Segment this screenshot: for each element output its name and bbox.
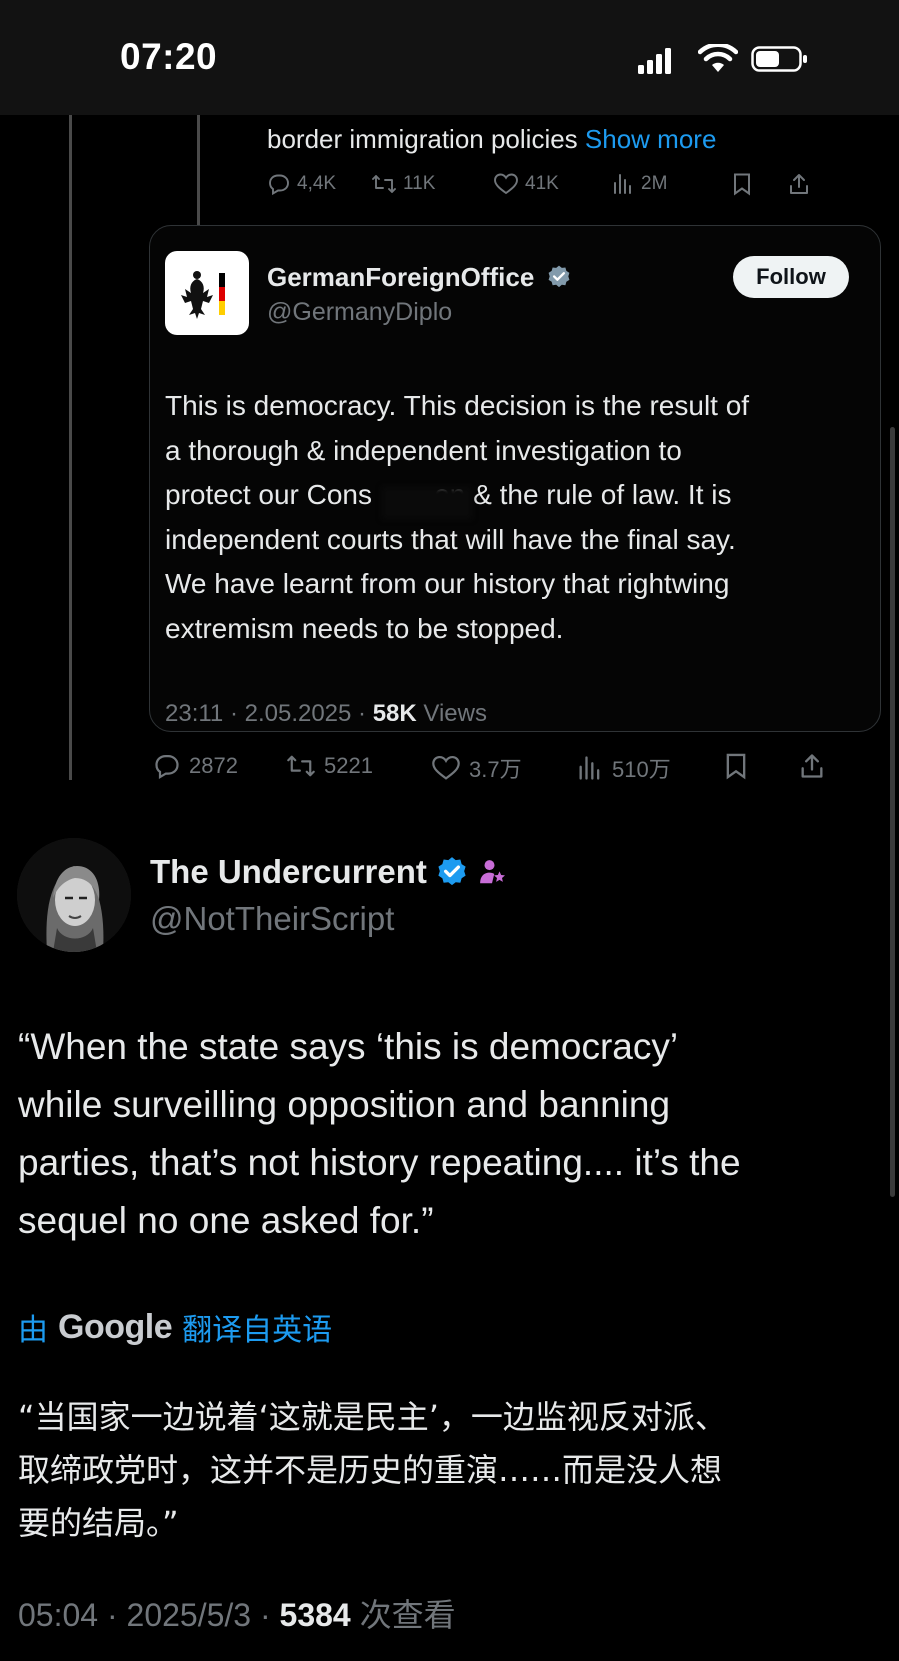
follow-button[interactable]: Follow [733,256,849,298]
wifi-icon [697,42,739,79]
repost-button[interactable]: 11K [371,172,435,196]
repost-count: 5221 [324,753,373,778]
quoted-tweet-views-label: Views [416,700,487,727]
previous-tweet-actions: 4,4K 11K 41K 2M [267,172,867,208]
quoted-tweet-line: This is democracy. This decision is the … [165,390,750,421]
quoted-author-name[interactable]: GermanForeignOffice [267,262,572,293]
tweet-line: “When the state says ‘this is democracy’ [18,1026,679,1067]
quoted-tweet-body: This is democracy. This decision is the … [165,384,865,651]
translated-line: 要的结局。” [18,1504,179,1542]
views-count: 510万 [612,757,671,782]
bookmark-icon [726,753,746,780]
quoted-tweet-timestamp: 23:11 · 2.05.2025 · [165,700,373,727]
german-foreign-office-avatar[interactable] [165,251,249,335]
reply-button[interactable]: 2872 [153,752,238,780]
views-button[interactable]: 510万 [576,752,671,784]
quoted-tweet-views-count: 58K [372,700,417,727]
subscriber-star-icon [480,860,505,884]
views-count: 2M [641,173,668,194]
like-count: 3.7万 [469,757,522,782]
author-handle[interactable]: @NotTheirScript [150,900,394,938]
tweet-line: parties, that’s not history repeating...… [18,1142,741,1183]
cellular-signal-icon [638,48,674,79]
quoted-tweet-line: We have learnt from our history that rig… [165,568,730,599]
repost-button[interactable]: 5221 [286,752,373,780]
quoted-tweet-line: protect our Cons on & the rule of law. I… [165,479,732,510]
previous-tweet-text: border immigration policies Show more [267,124,716,155]
reply-count: 2872 [189,753,238,778]
thread-line-left [69,115,72,780]
views-icon [614,174,631,194]
author-name[interactable]: The Undercurrent [150,853,507,891]
like-button[interactable]: 41K [493,172,559,196]
bookmark-icon [734,173,750,196]
share-button[interactable] [787,172,811,196]
repost-count: 11K [403,173,436,194]
quoted-author-name-text: GermanForeignOffice [267,262,535,292]
post-views-count: 5384 [279,1597,351,1633]
thread-line-inner [197,115,200,228]
translated-text: “当国家一边说着‘这就是民主’，一边监视反对派、 取缔政党时，这并不是历史的重演… [18,1391,888,1550]
reply-tweet-actions: 2872 5221 3.7万 510万 [153,752,883,792]
tweet-text: “When the state says ‘this is democracy’… [18,1018,888,1250]
post-views-label: 次查看 [350,1597,456,1633]
share-button[interactable] [798,752,826,780]
federal-eagle-logo [181,271,225,319]
blurred-redaction [382,487,472,519]
battery-icon [751,46,809,77]
share-icon [790,174,808,194]
share-icon [801,754,823,778]
views-button[interactable]: 2M [611,172,667,196]
translation-prefix: 由 [18,1314,48,1347]
status-time: 07:20 [120,36,218,77]
like-count: 41K [525,173,559,194]
google-logo-text: Google [58,1307,173,1346]
translation-suffix: 翻译自英语 [182,1314,333,1347]
author-avatar[interactable] [17,838,131,952]
reply-count: 4,4K [297,173,337,194]
reply-icon [269,174,289,196]
bookmark-button[interactable] [731,172,753,196]
reply-icon [155,754,179,780]
quoted-tweet-meta: 23:11 · 2.05.2025 · 58K Views [165,700,487,728]
scrollbar[interactable] [890,427,895,1197]
tweet-line: while surveilling opposition and banning [18,1084,671,1125]
post-timestamp: 05:04 · 2025/5/3 · [18,1597,280,1633]
previous-tweet-text-tail: border immigration policies [267,124,578,154]
quoted-tweet-line: independent courts that will have the fi… [165,523,736,555]
translated-line: 取缔政党时，这并不是历史的重演……而是没人想 [18,1451,723,1489]
post-meta: 05:04 · 2025/5/3 · 5384 次查看 [18,1590,456,1636]
like-button[interactable]: 3.7万 [431,752,522,784]
heart-icon [494,173,518,195]
quoted-tweet-line: extremism needs to be stopped. [165,612,564,644]
blue-verified-badge-icon [438,857,466,886]
bookmark-button[interactable] [723,752,749,780]
show-more-link[interactable]: Show more [585,124,717,154]
translation-attribution[interactable]: 由 Google 翻译自英语 [18,1305,332,1349]
quoted-author-handle[interactable]: @GermanyDiplo [267,298,452,327]
author-name-text: The Undercurrent [150,853,427,890]
views-icon [579,756,600,780]
gray-verified-badge-icon [548,265,569,288]
translated-line: “当国家一边说着‘这就是民主’，一边监视反对派、 [18,1398,727,1436]
tweet-line: sequel no one asked for.” [18,1200,434,1241]
heart-icon [432,755,460,780]
repost-icon [372,175,396,193]
reply-button[interactable]: 4,4K [267,172,336,196]
repost-icon [287,755,315,777]
quoted-tweet-line: a thorough & independent investigation t… [165,434,682,466]
